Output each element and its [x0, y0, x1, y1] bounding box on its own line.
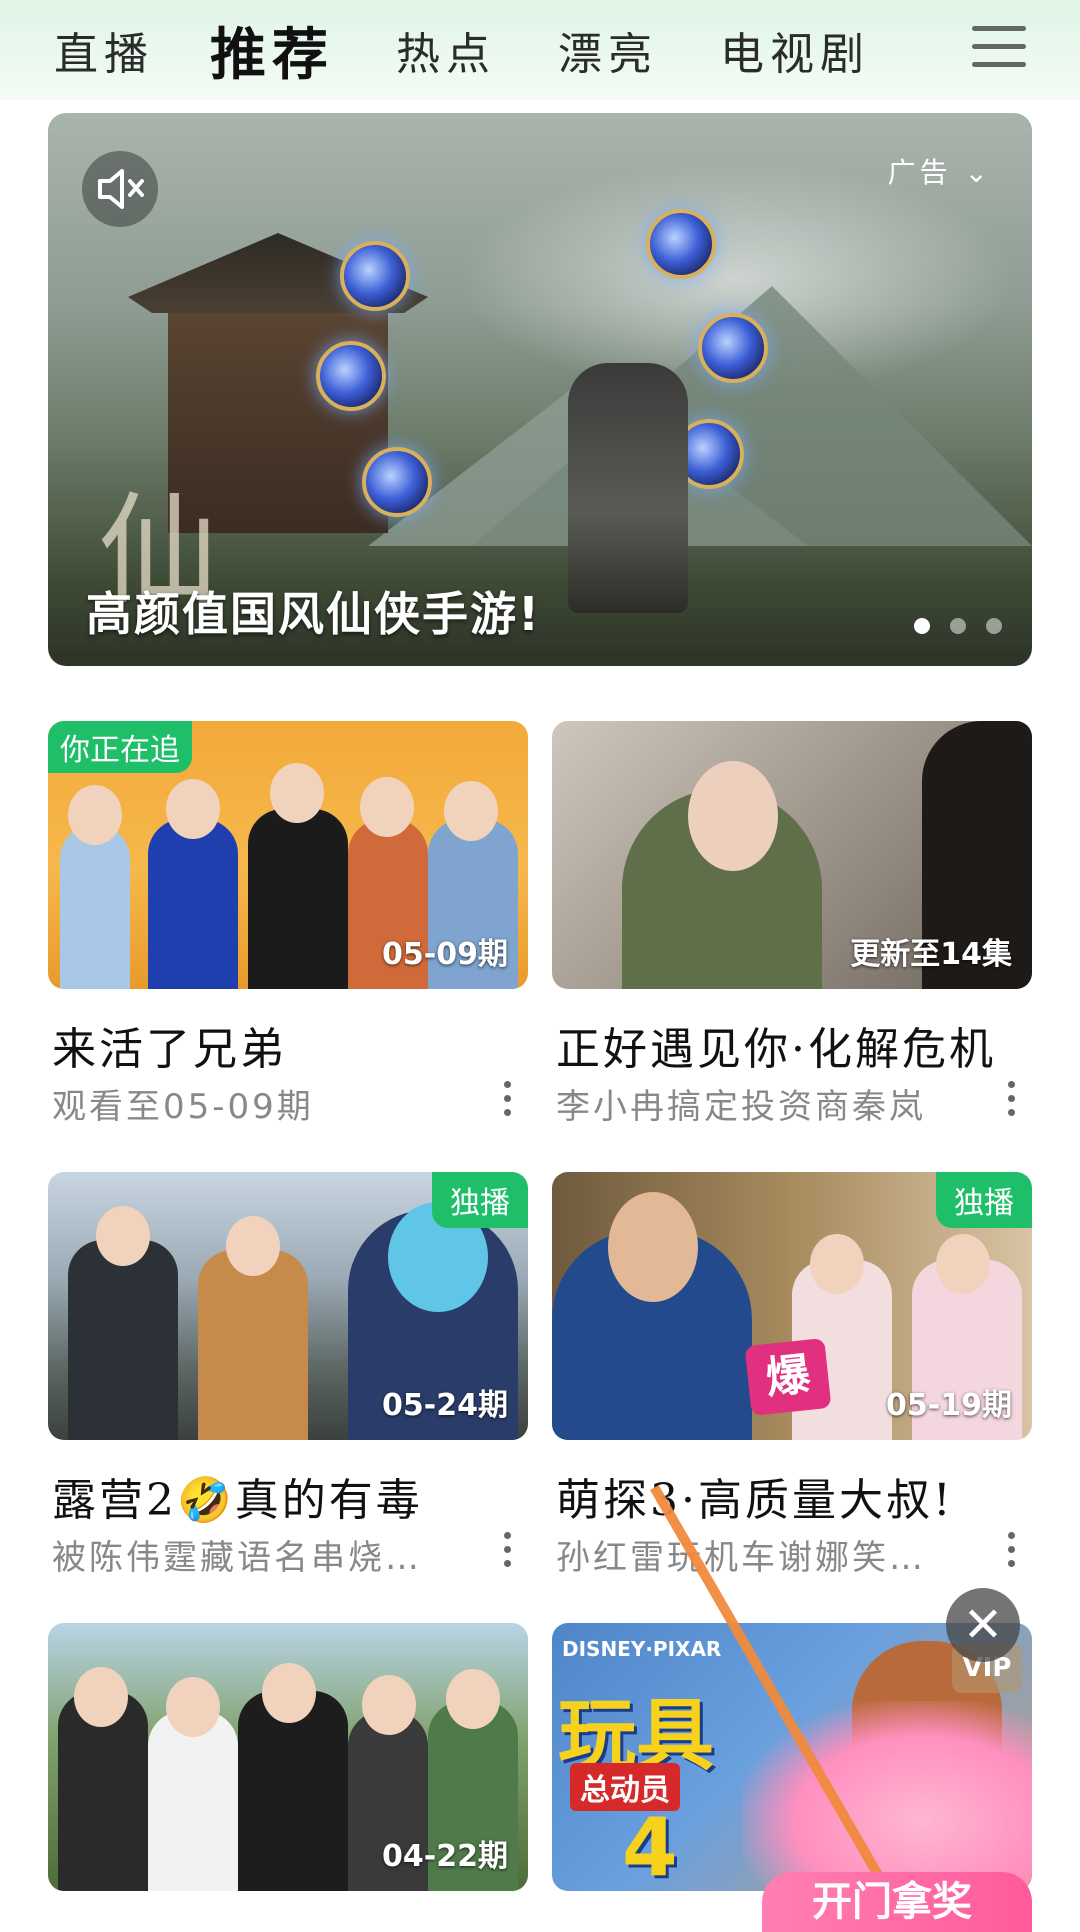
episode-label: 05-09期 — [382, 937, 508, 972]
person-figure — [148, 819, 238, 989]
card-subtitle: 李小冉搞定投资商秦岚 — [556, 1087, 926, 1127]
carousel-dot[interactable] — [986, 618, 1002, 634]
mute-icon — [98, 169, 144, 209]
carousel-dot[interactable] — [914, 618, 930, 634]
more-options-icon[interactable] — [504, 1081, 514, 1123]
episode-label: 05-19期 — [886, 1388, 1012, 1423]
video-thumbnail[interactable]: 爆 独播 05-19期 — [552, 1172, 1032, 1440]
yin-yang-orb-icon — [646, 209, 716, 279]
video-card[interactable]: 你正在追 05-09期 来活了兄弟 观看至05-09期 — [48, 721, 528, 1127]
carousel-indicator — [894, 618, 1002, 638]
hot-badge-icon: 爆 — [744, 1338, 832, 1416]
top-nav: 直播 推荐 热点 漂亮 电视剧 — [0, 0, 1080, 100]
card-title[interactable]: 萌探3·高质量大叔! — [556, 1464, 954, 1528]
carousel-dot[interactable] — [950, 618, 966, 634]
more-options-icon[interactable] — [1008, 1081, 1018, 1123]
episode-label: 更新至14集 — [850, 937, 1012, 972]
chevron-down-icon: ⌄ — [964, 156, 992, 189]
episode-label: 05-24期 — [382, 1388, 508, 1423]
orb-icon — [316, 341, 386, 411]
menu-icon[interactable] — [972, 26, 1026, 72]
following-badge: 你正在追 — [48, 721, 192, 773]
episode-label: 04-22期 — [382, 1839, 508, 1874]
tab-pretty[interactable]: 漂亮 — [558, 18, 658, 82]
yin-yang-orb-icon — [698, 313, 768, 383]
person-head — [262, 1663, 316, 1723]
tab-tv-series[interactable]: 电视剧 — [720, 18, 870, 82]
exclusive-badge: 独播 — [432, 1172, 528, 1228]
ad-label[interactable]: 广告 ⌄ — [888, 151, 992, 191]
card-subtitle: 孙红雷玩机车谢娜笑… — [556, 1538, 926, 1578]
person-head — [936, 1234, 990, 1294]
person-head — [688, 761, 778, 871]
person-head — [166, 1677, 220, 1737]
video-card[interactable]: 更新至14集 正好遇见你·化解危机 李小冉搞定投资商秦岚 — [552, 721, 1032, 1127]
video-thumbnail[interactable]: 你正在追 05-09期 — [48, 721, 528, 989]
card-title[interactable]: 露营2🤣真的有毒 — [52, 1464, 423, 1528]
banner-ad[interactable]: 仙 广告 ⌄ 高颜值国风仙侠手游! — [48, 113, 1032, 666]
video-card[interactable]: 04-22期 — [48, 1623, 528, 1891]
person-head — [96, 1206, 150, 1266]
person-figure — [248, 809, 348, 989]
video-thumbnail[interactable]: 更新至14集 — [552, 721, 1032, 989]
warrior-figure — [568, 363, 688, 613]
video-thumbnail[interactable]: DISNEY·PIXAR 玩具 总动员 4 VIP — [552, 1623, 1032, 1891]
poster-brand: DISNEY·PIXAR — [562, 1637, 722, 1661]
promo-button[interactable]: 开门拿奖 — [762, 1872, 1032, 1932]
person-head — [226, 1216, 280, 1276]
video-thumbnail[interactable]: 04-22期 — [48, 1623, 528, 1891]
poster-number: 4 — [622, 1801, 678, 1891]
person-figure — [60, 824, 130, 989]
person-head — [608, 1192, 698, 1302]
tab-hot[interactable]: 热点 — [396, 18, 496, 82]
person-head — [270, 763, 324, 823]
ad-label-text: 广告 — [887, 156, 952, 189]
mute-button[interactable] — [82, 151, 158, 227]
person-head — [810, 1234, 864, 1294]
exclusive-badge: 独播 — [936, 1172, 1032, 1228]
tab-recommend[interactable]: 推荐 — [210, 10, 334, 91]
orb-icon — [362, 447, 432, 517]
card-title[interactable]: 来活了兄弟 — [52, 1013, 287, 1077]
video-card[interactable]: 独播 05-24期 露营2🤣真的有毒 被陈伟霆藏语名串烧… — [48, 1172, 528, 1578]
heart-decoration — [742, 1701, 1032, 1891]
card-title[interactable]: 正好遇见你·化解危机 — [556, 1013, 996, 1077]
tab-live[interactable]: 直播 — [54, 18, 154, 82]
person-figure — [68, 1240, 178, 1440]
video-card[interactable]: 爆 独播 05-19期 萌探3·高质量大叔! 孙红雷玩机车谢娜笑… — [552, 1172, 1032, 1578]
person-head — [68, 785, 122, 845]
person-head — [166, 779, 220, 839]
video-thumbnail[interactable]: 独播 05-24期 — [48, 1172, 528, 1440]
orb-icon — [340, 241, 410, 311]
card-subtitle: 观看至05-09期 — [52, 1087, 314, 1127]
card-subtitle: 被陈伟霆藏语名串烧… — [52, 1538, 422, 1578]
person-head — [362, 1675, 416, 1735]
more-options-icon[interactable] — [504, 1532, 514, 1574]
person-head — [446, 1669, 500, 1729]
banner-title: 高颜值国风仙侠手游! — [86, 587, 541, 641]
person-head — [74, 1667, 128, 1727]
person-head — [360, 777, 414, 837]
person-figure — [148, 1711, 238, 1891]
video-card[interactable]: DISNEY·PIXAR 玩具 总动员 4 VIP — [552, 1623, 1032, 1891]
person-figure — [198, 1250, 308, 1440]
close-icon[interactable]: ✕ — [946, 1588, 1020, 1662]
more-options-icon[interactable] — [1008, 1532, 1018, 1574]
person-head — [444, 781, 498, 841]
